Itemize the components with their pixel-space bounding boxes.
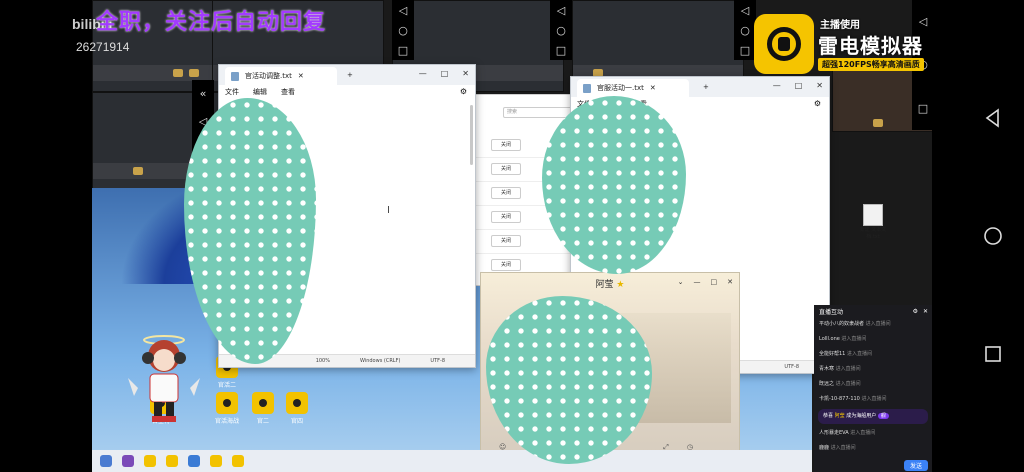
minimize-icon[interactable]: — bbox=[773, 81, 781, 90]
maximize-icon[interactable]: □ bbox=[795, 81, 803, 90]
start-icon[interactable] bbox=[100, 455, 112, 467]
close-icon[interactable]: ✕ bbox=[462, 69, 469, 78]
desktop-icon[interactable]: 官四 bbox=[276, 392, 318, 425]
stream-overlay-title: 全职，关注后自动回复 bbox=[96, 10, 327, 35]
scrollbar[interactable] bbox=[470, 105, 473, 165]
room-id: 26271914 bbox=[76, 40, 130, 54]
maximize-icon[interactable]: □ bbox=[711, 278, 718, 286]
chat-input-row: 发送 bbox=[814, 458, 932, 472]
window-controls: — □ ✕ bbox=[773, 81, 823, 90]
chat-message: 青木寒 进入直播间 bbox=[819, 366, 861, 372]
maximize-icon[interactable]: □ bbox=[441, 69, 449, 78]
app-icon bbox=[286, 392, 308, 414]
window-controls: — □ ✕ bbox=[419, 69, 469, 78]
close-button[interactable]: 关闭 bbox=[491, 259, 521, 271]
notepad-icon bbox=[583, 83, 591, 93]
file-tab[interactable]: 官活动调整.txt ✕ bbox=[225, 67, 337, 85]
close-icon[interactable]: ✕ bbox=[727, 278, 733, 286]
notepad-icon bbox=[231, 71, 239, 81]
app-icon bbox=[252, 392, 274, 414]
close-button[interactable]: 关闭 bbox=[491, 187, 521, 199]
gear-icon[interactable]: ⚙ bbox=[814, 99, 821, 108]
close-button[interactable]: 关闭 bbox=[491, 211, 521, 223]
desktop-file-icon[interactable]: 新建 文本文档.txt bbox=[858, 204, 888, 240]
app-icon[interactable] bbox=[232, 455, 244, 467]
chat-message: 人形暴走EVA 进入直播间 bbox=[819, 430, 876, 436]
back-icon[interactable] bbox=[983, 108, 1003, 128]
close-button[interactable]: 关闭 bbox=[491, 235, 521, 247]
chat-message: 卡凯-10-877-110 进入直播间 bbox=[819, 396, 887, 402]
live-chat-header: 直播互动 ⚙ ✕ bbox=[819, 307, 928, 316]
close-tab-icon[interactable]: ✕ bbox=[650, 84, 656, 92]
text-cursor-icon: I bbox=[387, 205, 390, 216]
window-controls: ⌄ — □ ✕ bbox=[678, 278, 733, 286]
app-icon[interactable] bbox=[122, 455, 134, 467]
star-icon: ★ bbox=[616, 280, 625, 290]
close-icon[interactable]: ✕ bbox=[923, 308, 928, 315]
emulator-logo-icon bbox=[754, 14, 814, 74]
gift-notification: 恭喜 阿莹 成为海船用户 舰 bbox=[818, 409, 928, 424]
menu-edit[interactable]: 编辑 bbox=[253, 87, 267, 97]
minimize-icon[interactable]: — bbox=[694, 278, 701, 286]
new-tab-button[interactable]: + bbox=[703, 83, 709, 91]
home-icon[interactable] bbox=[983, 226, 1003, 246]
pin-icon[interactable]: ⌄ bbox=[678, 278, 684, 286]
emulator-nav-bar: ◁○□ bbox=[550, 0, 572, 60]
chat-message: Lolll.one 进入直播间 bbox=[819, 336, 867, 342]
status-encoding: UTF-8 bbox=[784, 364, 799, 370]
status-encoding: UTF-8 bbox=[430, 358, 445, 364]
send-button[interactable]: 发送 bbox=[903, 459, 928, 471]
notepad-icon[interactable] bbox=[188, 455, 200, 467]
guard-badge: 舰 bbox=[877, 413, 889, 419]
minimize-icon[interactable]: — bbox=[419, 69, 427, 78]
chat-message: 既远之 进入直播间 bbox=[819, 381, 861, 387]
android-nav-bar bbox=[962, 0, 1024, 472]
new-tab-button[interactable]: + bbox=[347, 71, 353, 79]
app-icon[interactable] bbox=[210, 455, 222, 467]
emulator-nav-bar: ◁○□ bbox=[392, 0, 414, 60]
menu-bar: 文件 编辑 查看 ⚙ bbox=[219, 85, 475, 99]
file-tab[interactable]: 官服活动一.txt ✕ bbox=[577, 79, 689, 97]
app-icon[interactable] bbox=[144, 455, 156, 467]
status-eol: Windows (CRLF) bbox=[359, 358, 401, 364]
emulator-ad-badge: 主播使用 雷电模拟器 超强120FPS畅享高清画质 bbox=[754, 14, 930, 74]
chat-message: 平动小八的奴隶战者 进入直播间 bbox=[819, 321, 891, 327]
taskbar bbox=[92, 450, 812, 472]
chat-message: 鹿鹿 进入直播间 bbox=[819, 445, 856, 451]
emulator-nav-bar: ◁○□ bbox=[734, 0, 756, 60]
close-button[interactable]: 关闭 bbox=[491, 163, 521, 175]
tab-bar: 官服活动一.txt ✕ + — □ ✕ bbox=[571, 77, 829, 97]
status-zoom: 100% bbox=[315, 358, 330, 364]
menu-view[interactable]: 查看 bbox=[281, 87, 295, 97]
close-tab-icon[interactable]: ✕ bbox=[298, 72, 304, 80]
live-chat-panel: 直播互动 ⚙ ✕ 平动小八的奴隶战者 进入直播间 Lolll.one 进入直播间… bbox=[814, 305, 932, 472]
menu-file[interactable]: 文件 bbox=[225, 87, 239, 97]
close-icon[interactable]: ✕ bbox=[816, 81, 823, 90]
chat-message: 全能好帮11 进入直播间 bbox=[819, 351, 872, 357]
app-icon bbox=[216, 392, 238, 414]
anime-mascot-image bbox=[128, 335, 200, 422]
settings-icon[interactable]: ⚙ bbox=[913, 308, 918, 315]
gear-icon[interactable]: ⚙ bbox=[460, 87, 467, 96]
recents-icon[interactable] bbox=[983, 344, 1003, 364]
app-icon[interactable] bbox=[166, 455, 178, 467]
close-button[interactable]: 关闭 bbox=[491, 139, 521, 151]
text-file-icon bbox=[863, 204, 883, 226]
tab-bar: 官活动调整.txt ✕ + — □ ✕ bbox=[219, 65, 475, 85]
